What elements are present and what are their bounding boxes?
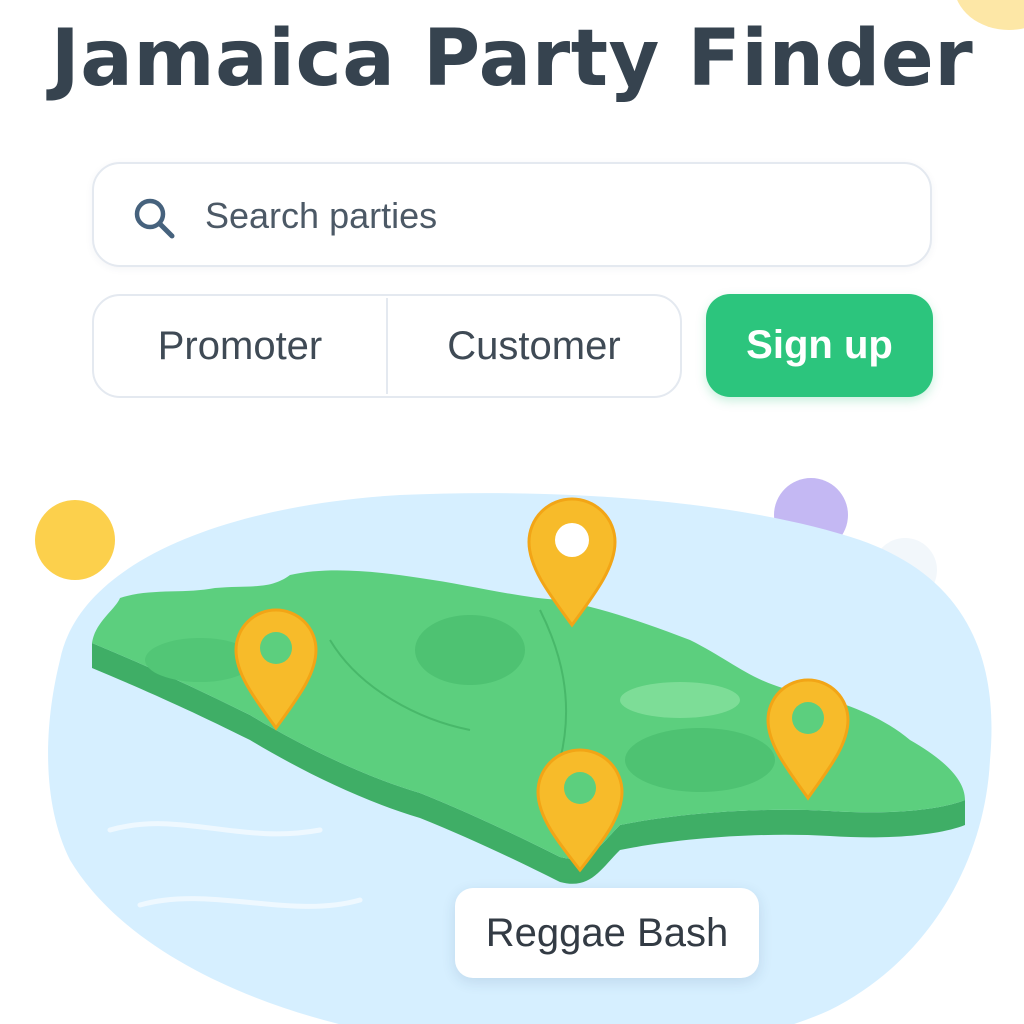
customer-option[interactable]: Customer xyxy=(388,296,680,396)
role-toggle: Promoter Customer xyxy=(92,294,682,398)
app-screen: Jamaica Party Finder Promoter Customer S… xyxy=(0,0,1024,1024)
yellow-bubble xyxy=(35,500,115,580)
search-input[interactable] xyxy=(205,190,905,242)
page-title: Jamaica Party Finder xyxy=(50,14,974,104)
sign-up-button[interactable]: Sign up xyxy=(706,294,933,397)
land-shade xyxy=(620,682,740,718)
land-shade xyxy=(415,615,525,685)
search-icon xyxy=(134,198,175,239)
promoter-option[interactable]: Promoter xyxy=(94,296,386,396)
land-shade xyxy=(625,728,775,792)
event-label-reggae-bash[interactable]: Reggae Bash xyxy=(455,888,759,978)
